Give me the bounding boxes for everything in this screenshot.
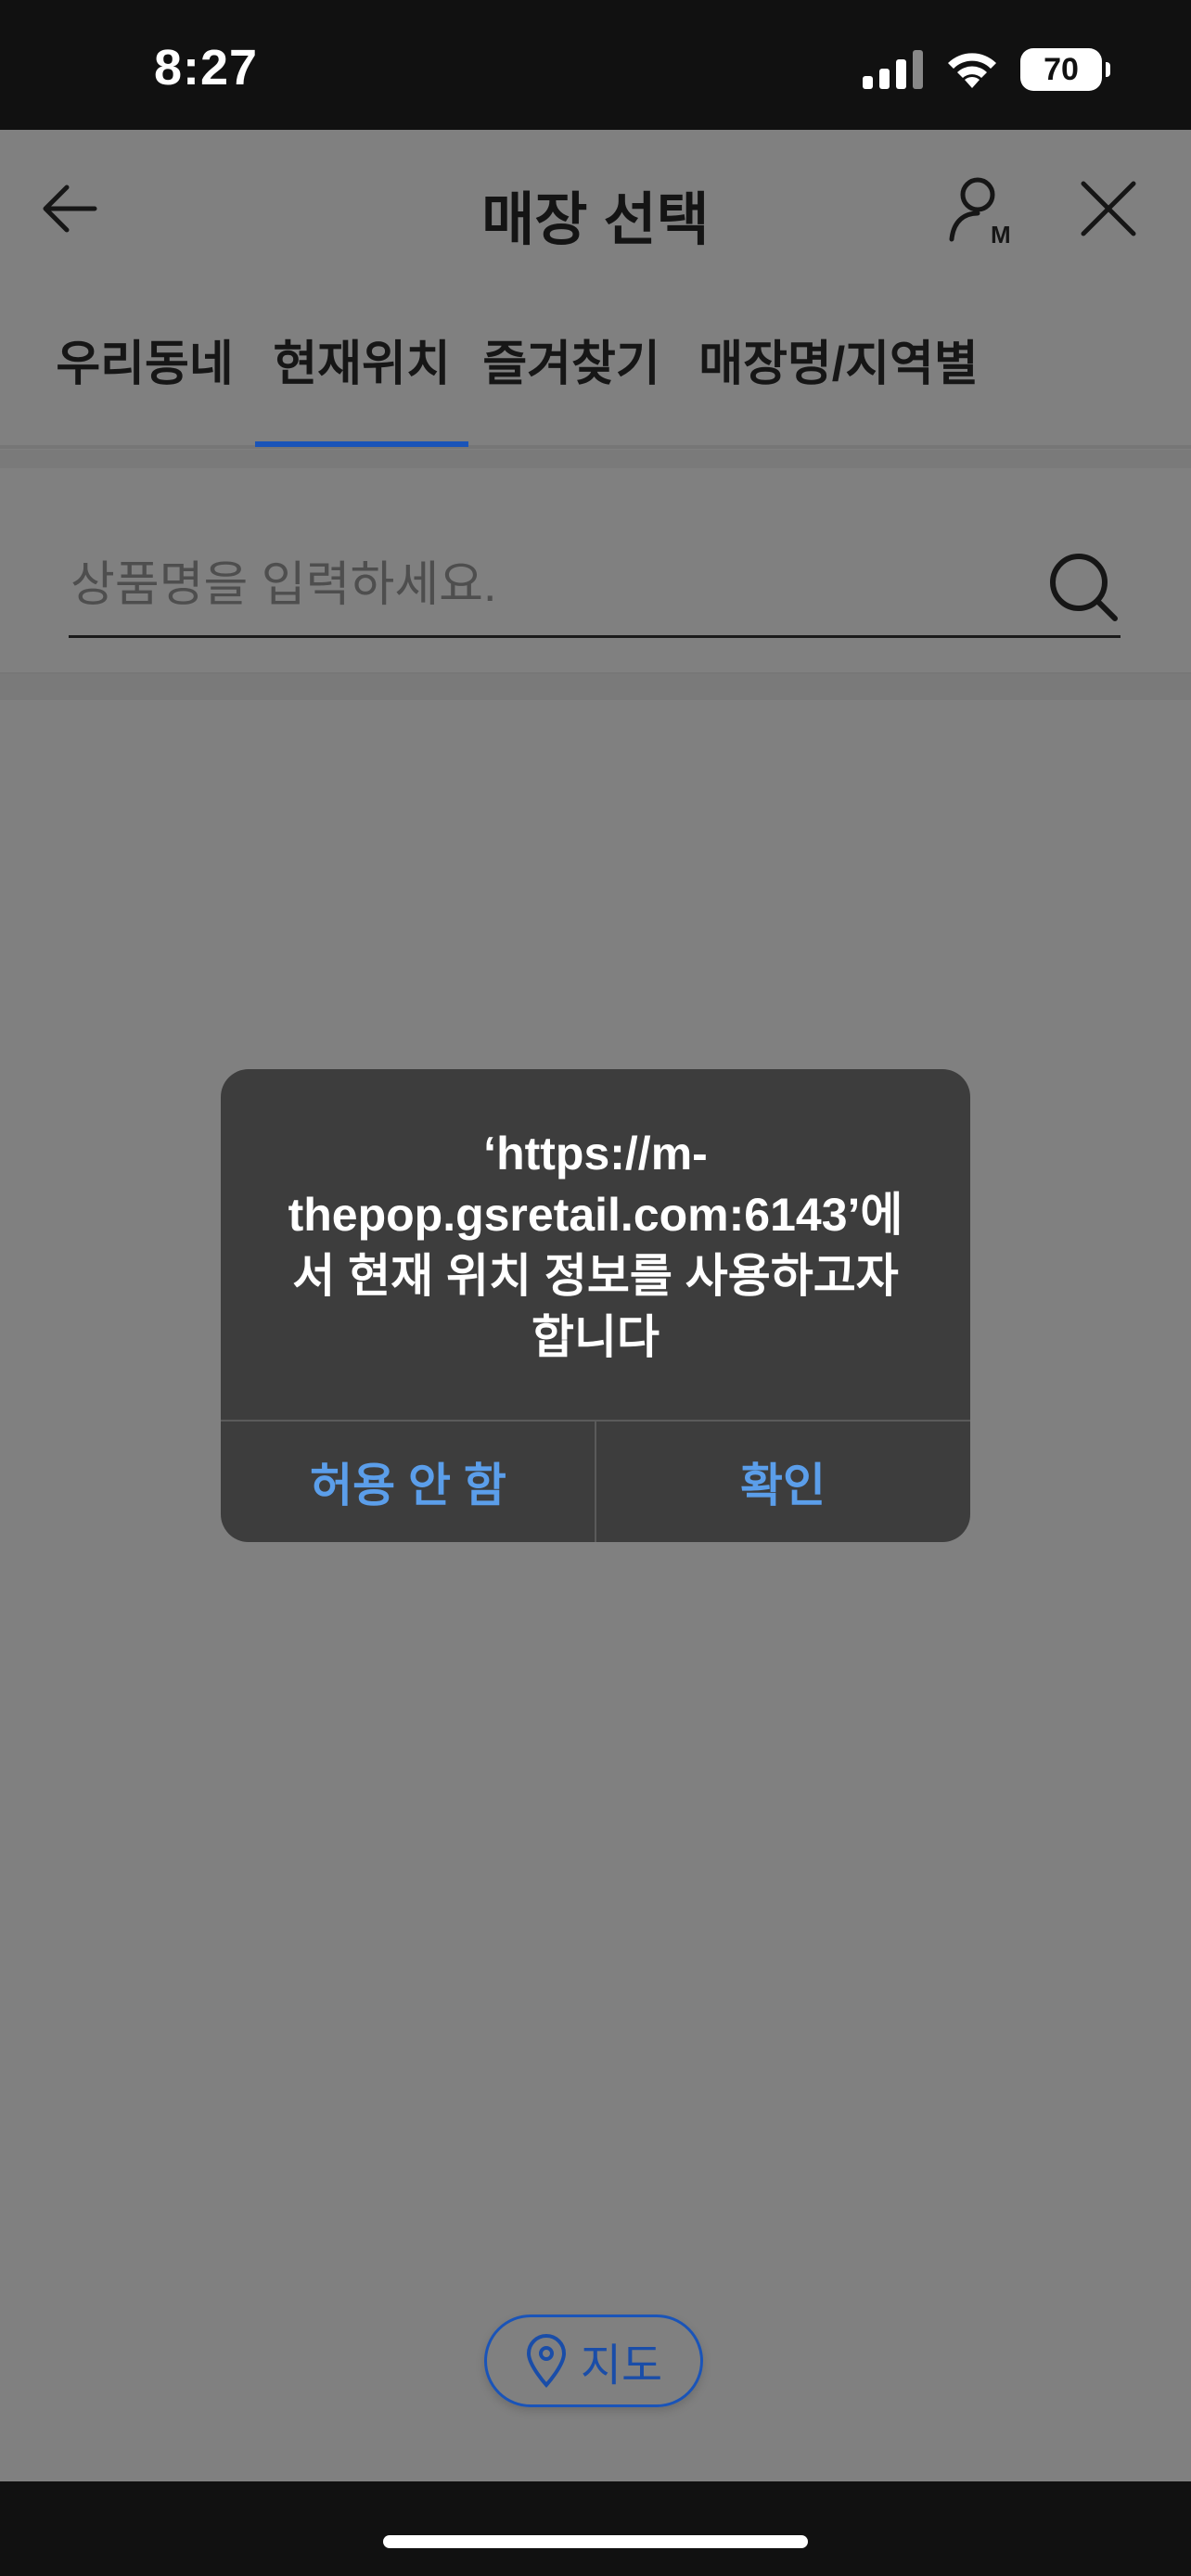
confirm-button[interactable]: 확인	[596, 1422, 970, 1542]
wifi-icon	[948, 53, 996, 88]
battery-icon: 70	[1020, 48, 1110, 91]
tab-neighborhood[interactable]: 우리동네	[45, 325, 245, 441]
battery-level: 70	[1044, 51, 1079, 87]
member-icon[interactable]: M	[946, 172, 1020, 247]
tab-current-location[interactable]: 현재위치	[255, 325, 468, 447]
home-bar-area	[0, 2481, 1191, 2576]
search-area	[0, 468, 1191, 672]
status-bar: 8:27 70	[0, 0, 1191, 130]
close-icon[interactable]	[1076, 176, 1141, 241]
product-search-input[interactable]	[69, 542, 1000, 628]
search-icon[interactable]	[1046, 550, 1121, 624]
deny-button[interactable]: 허용 안 함	[221, 1422, 596, 1542]
tab-store-name-region[interactable]: 매장명/지역별	[690, 325, 987, 441]
status-icons: 70	[863, 46, 1110, 93]
tab-bar: 우리동네 현재위치 즐겨찾기 매장명/지역별	[0, 325, 1191, 449]
search-field	[69, 542, 1121, 638]
status-time: 8:27	[154, 40, 259, 96]
divider	[0, 450, 1191, 468]
location-pin-icon	[526, 2334, 566, 2388]
tab-favorites[interactable]: 즐겨찾기	[479, 325, 664, 441]
location-permission-dialog: ‘https://m-thepop.gsretail.com:6143’에서 현…	[221, 1069, 970, 1542]
header: 매장 선택 M	[0, 130, 1191, 287]
map-button[interactable]: 지도	[484, 2315, 703, 2407]
map-button-label: 지도	[580, 2341, 663, 2391]
svg-text:M: M	[991, 221, 1011, 247]
divider	[0, 672, 1191, 700]
dialog-message: ‘https://m-thepop.gsretail.com:6143’에서 현…	[288, 1128, 903, 1363]
home-indicator[interactable]	[383, 2535, 808, 2548]
cellular-signal-icon	[863, 50, 923, 89]
